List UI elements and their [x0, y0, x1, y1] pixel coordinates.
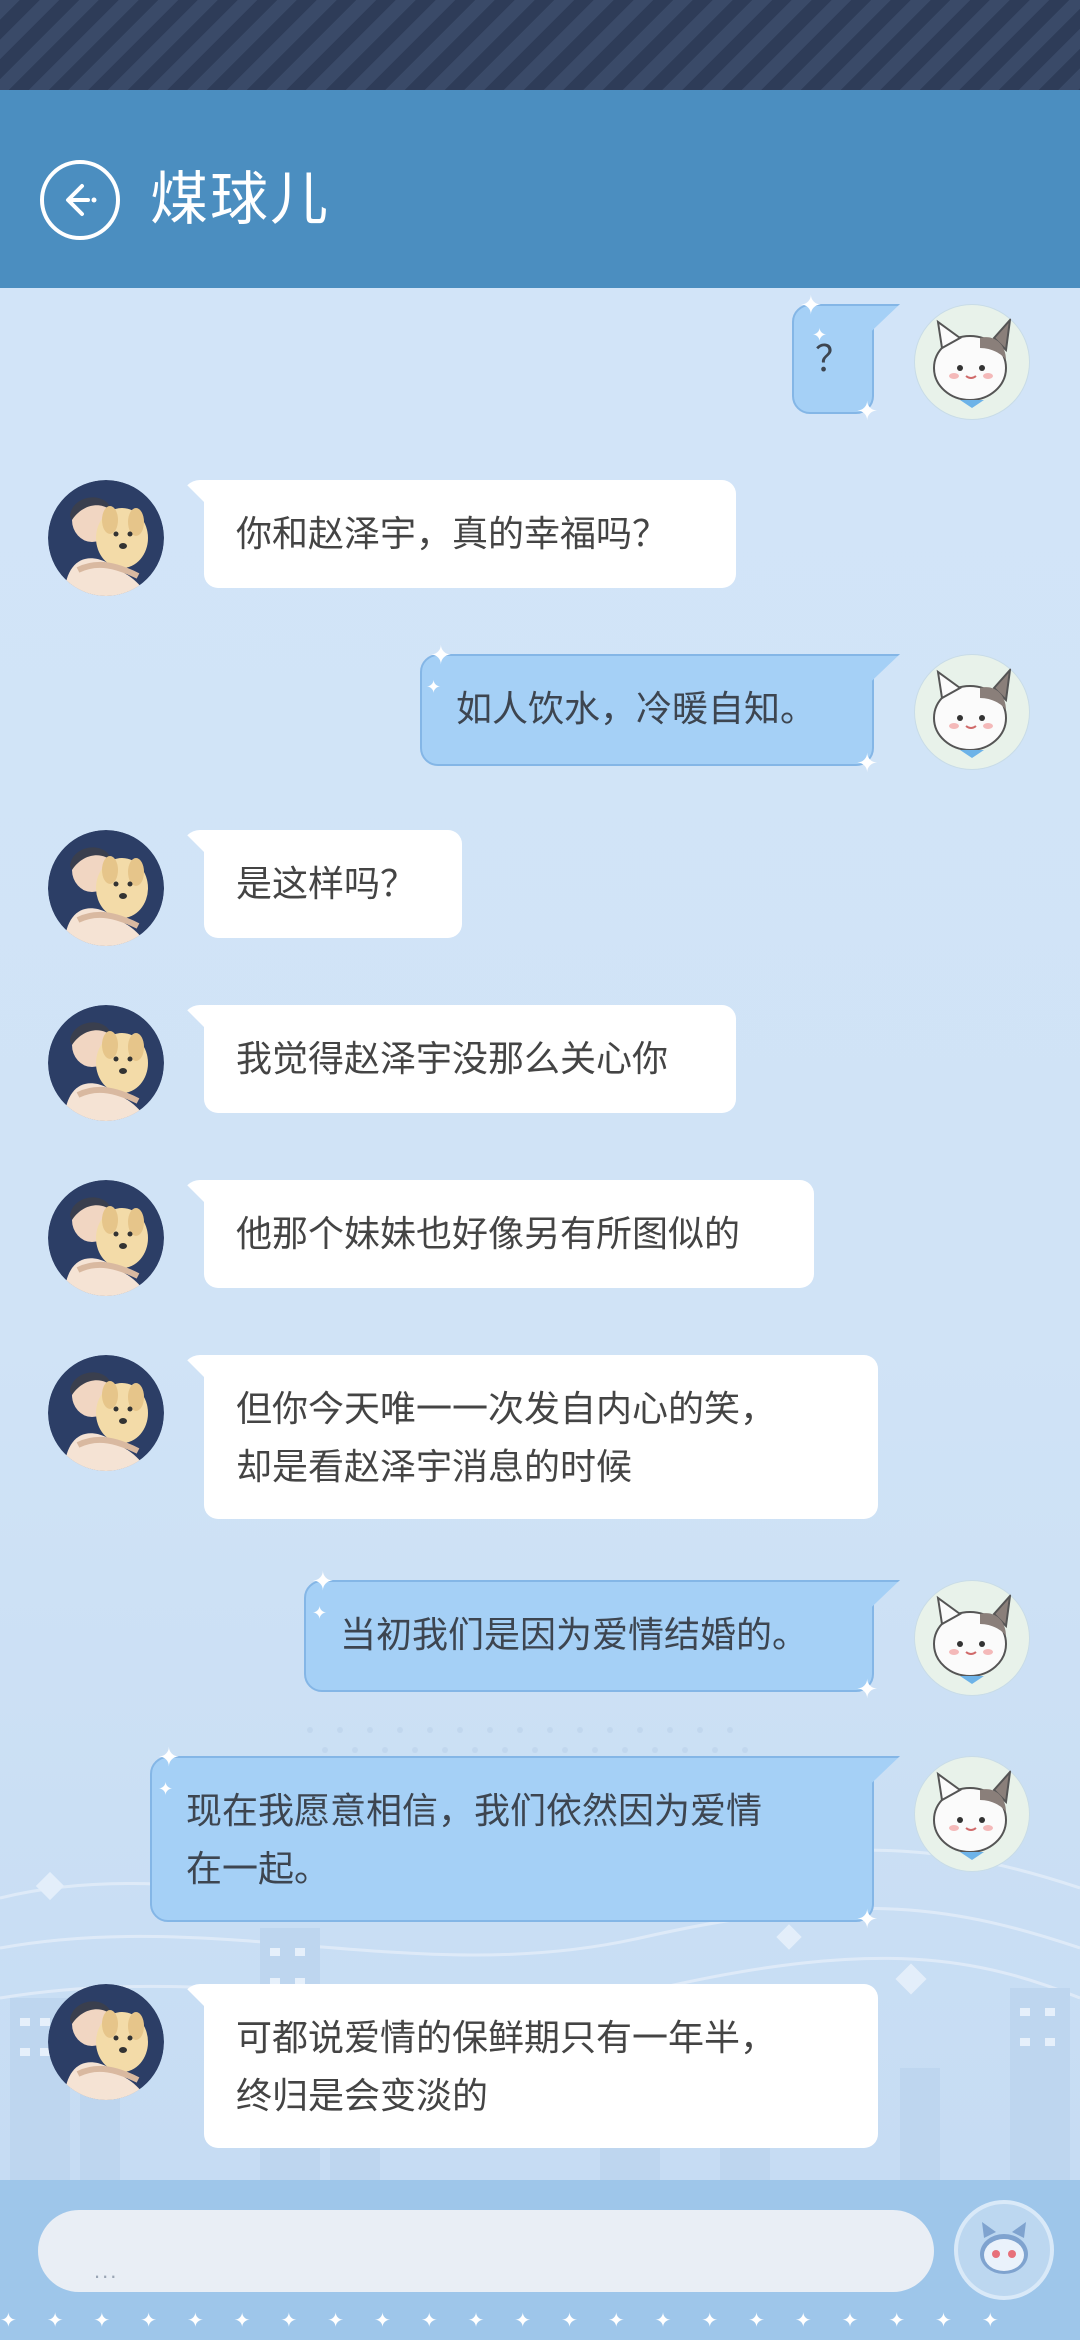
self-avatar[interactable] — [914, 1756, 1030, 1872]
incoming-bubble[interactable]: 是这样吗？ — [204, 830, 462, 938]
man-with-dog-avatar — [48, 1005, 164, 1121]
sparkle-icon: ✦ — [800, 290, 822, 320]
sparkle-icon: ✦ — [856, 396, 878, 426]
white-cat-avatar — [914, 304, 1030, 420]
message-text: 你和赵泽宇，真的幸福吗？ — [236, 513, 669, 554]
contact-avatar[interactable] — [48, 1005, 164, 1121]
contact-avatar[interactable] — [48, 1180, 164, 1296]
back-arrow-icon — [66, 184, 97, 216]
white-cat-avatar — [914, 1756, 1030, 1872]
sparkle-icon: ✦ — [426, 677, 442, 697]
contact-avatar[interactable] — [48, 1984, 164, 2100]
message-text: 当初我们是因为爱情结婚的。 — [340, 1614, 809, 1655]
back-button[interactable] — [40, 160, 120, 240]
outgoing-bubble[interactable]: ？ ✦ ✦ ✦ — [792, 292, 878, 424]
incoming-bubble[interactable]: 我觉得赵泽宇没那么关心你 — [204, 1005, 736, 1113]
chat-area[interactable]: ？ ✦ ✦ ✦ 你和赵泽宇，真的幸福吗？ 如人饮水，冷暖自知。 ✦ ✦ ✦ 是这… — [0, 288, 1080, 2180]
outgoing-bubble[interactable]: 当初我们是因为爱情结婚的。 ✦ ✦ ✦ — [304, 1568, 878, 1702]
message-text-line: 终归是会变淡的 — [236, 2075, 489, 2116]
message-text: 是这样吗？ — [236, 863, 417, 904]
sparkle-icon: ✦ — [856, 748, 878, 778]
incoming-bubble[interactable]: 但你今天唯一一次发自内心的笑， 却是看赵泽宇消息的时候 — [204, 1355, 878, 1519]
message-text-line: 却是看赵泽宇消息的时候 — [236, 1446, 633, 1487]
contact-avatar[interactable] — [48, 480, 164, 596]
message-text-line: 可都说爱情的保鲜期只有一年半， — [236, 2017, 777, 2058]
emoji-button[interactable] — [954, 2200, 1054, 2300]
incoming-bubble[interactable]: 他那个妹妹也好像另有所图似的 — [204, 1180, 814, 1288]
message-text-line: 现在我愿意相信，我们依然因为爱情 — [186, 1790, 763, 1831]
sparkle-icon: ✦ — [312, 1566, 334, 1596]
man-with-dog-avatar — [48, 1984, 164, 2100]
contact-avatar[interactable] — [48, 830, 164, 946]
self-avatar[interactable] — [914, 304, 1030, 420]
sparkle-icon: ✦ — [812, 325, 828, 345]
cat-face-icon — [980, 2222, 1028, 2274]
white-cat-avatar — [914, 1580, 1030, 1696]
input-placeholder: ... — [94, 2258, 119, 2283]
outgoing-bubble[interactable]: 如人饮水，冷暖自知。 ✦ ✦ ✦ — [420, 642, 878, 776]
status-bar — [0, 0, 1080, 90]
sparkle-icon: ✦ — [856, 1904, 878, 1934]
man-with-dog-avatar — [48, 1180, 164, 1296]
man-with-dog-avatar — [48, 830, 164, 946]
sparkle-icon: ✦ — [158, 1742, 180, 1772]
man-with-dog-avatar — [48, 1355, 164, 1471]
white-cat-avatar — [914, 654, 1030, 770]
footer-sparkles: ✦✦✦✦✦✦✦✦✦✦✦✦✦✦✦✦✦✦✦✦✦✦ — [0, 2310, 1029, 2332]
message-text: 如人饮水，冷暖自知。 — [456, 688, 817, 729]
self-avatar[interactable] — [914, 1580, 1030, 1696]
message-text: 他那个妹妹也好像另有所图似的 — [236, 1213, 741, 1254]
man-with-dog-avatar — [48, 480, 164, 596]
incoming-bubble[interactable]: 可都说爱情的保鲜期只有一年半， 终归是会变淡的 — [204, 1984, 878, 2148]
sparkle-icon: ✦ — [856, 1674, 878, 1704]
outgoing-bubble[interactable]: 现在我愿意相信，我们依然因为爱情 在一起。 ✦ ✦ ✦ — [150, 1744, 878, 1932]
self-avatar[interactable] — [914, 654, 1030, 770]
sparkle-icon: ✦ — [312, 1603, 328, 1623]
message-text-line: 但你今天唯一一次发自内心的笑， — [236, 1388, 777, 1429]
sparkle-icon: ✦ — [158, 1779, 174, 1799]
input-bar: ... ✦✦✦✦✦✦✦✦✦✦✦✦✦✦✦✦✦✦✦✦✦✦ — [0, 2180, 1080, 2340]
message-text-line: 在一起。 — [186, 1848, 331, 1889]
message-text: 我觉得赵泽宇没那么关心你 — [236, 1038, 669, 1079]
sparkle-icon: ✦ — [430, 640, 452, 670]
incoming-bubble[interactable]: 你和赵泽宇，真的幸福吗？ — [204, 480, 736, 588]
message-input[interactable]: ... — [38, 2210, 934, 2292]
chat-header: 煤球儿 — [0, 90, 1080, 288]
page-title: 煤球儿 — [150, 167, 331, 232]
contact-avatar[interactable] — [48, 1355, 164, 1471]
